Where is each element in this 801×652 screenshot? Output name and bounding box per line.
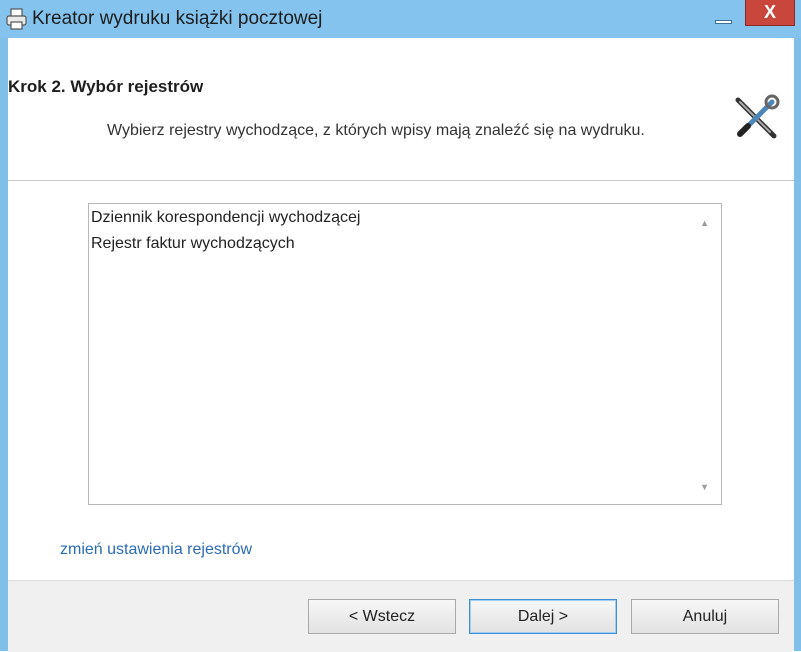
- printer-icon: [5, 8, 29, 30]
- window-title: Kreator wydruku książki pocztowej: [32, 8, 323, 29]
- scroll-down-icon[interactable]: ▼: [700, 482, 709, 492]
- back-button[interactable]: < Wstecz: [308, 599, 456, 634]
- scroll-up-icon[interactable]: ▲: [700, 218, 709, 228]
- next-button[interactable]: Dalej >: [469, 599, 617, 634]
- tools-icon: [730, 92, 782, 144]
- registers-listbox[interactable]: Dziennik korespondencji wychodzącej Reje…: [88, 203, 722, 505]
- wizard-header: Krok 2. Wybór rejestrów Wybierz rejestry…: [8, 38, 794, 181]
- minimize-icon: [715, 20, 732, 24]
- title-bar[interactable]: Kreator wydruku książki pocztowej X: [0, 0, 801, 38]
- cancel-button[interactable]: Anuluj: [631, 599, 779, 634]
- minimize-button[interactable]: [706, 6, 742, 32]
- step-title: Krok 2. Wybór rejestrów: [8, 77, 204, 96]
- wizard-window: Kreator wydruku książki pocztowej X Krok…: [0, 0, 801, 652]
- wizard-footer: < Wstecz Dalej > Anuluj: [8, 580, 794, 652]
- step-description: Wybierz rejestry wychodzące, z których w…: [107, 122, 645, 139]
- wizard-content: Krok 2. Wybór rejestrów Wybierz rejestry…: [8, 38, 794, 652]
- list-item[interactable]: Rejestr faktur wychodzących: [91, 235, 295, 253]
- wizard-body: Dziennik korespondencji wychodzącej Reje…: [8, 181, 794, 566]
- list-item[interactable]: Dziennik korespondencji wychodzącej: [91, 209, 360, 227]
- close-button[interactable]: X: [745, 0, 795, 26]
- change-register-settings-link[interactable]: zmień ustawienia rejestrów: [60, 541, 252, 559]
